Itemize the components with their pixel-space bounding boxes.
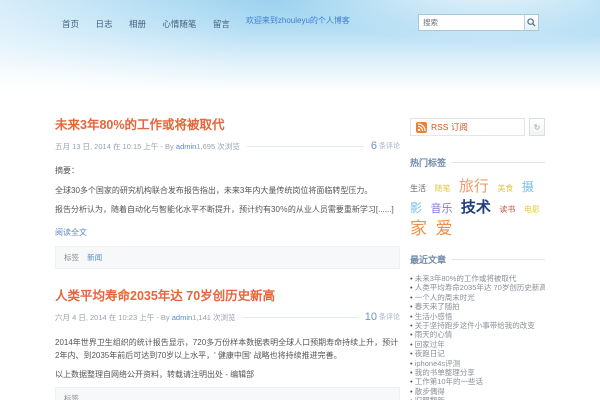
tag-cloud: 生活 随笔 旅行 美食 摄影 音乐 技术 读书 电影 家 爱 (410, 177, 545, 239)
recent-posts-heading: 最近文章 (410, 253, 545, 266)
tag-cloud-item[interactable]: 美食 (497, 184, 513, 193)
post-1-paragraph-2: 报告分析认为，随着自动化与智能化水平不断提升，预计约有30％的从业人员需要重新学… (55, 205, 394, 214)
tags-section-heading: 热门标签 (410, 156, 545, 169)
nav-item-blog[interactable]: 日志 (95, 19, 112, 29)
recent-posts-title: 最近文章 (410, 255, 447, 265)
recent-post-link[interactable]: 雨天的心情 (410, 330, 545, 339)
rss-label: RSS 订阅 (431, 122, 468, 132)
recent-post-link[interactable]: 未来3年80%的工作或将被取代 (410, 274, 545, 283)
post-1-views: 1,695 次浏览 (196, 141, 240, 151)
tag-cloud-item[interactable]: 读书 (499, 205, 515, 214)
recent-post-link[interactable]: 生活小感悟 (410, 312, 545, 321)
post-2: 人类平均寿命2035年达 70岁创历史新高 六月 4 日, 2014 在 10:… (55, 285, 400, 400)
posts-column: 未来3年80%的工作或将被取代 五月 13 日, 2014 在 10:15 上午… (55, 114, 400, 400)
recent-post-link[interactable]: 人类平均寿命2035年达 70岁创历史新高 (410, 283, 545, 292)
post-1-comments-label: 条评论 (379, 143, 400, 150)
welcome-text: 欢迎来到zhouleyu的个人博客 (245, 16, 350, 25)
recent-post-link[interactable]: 一个人的周末时光 (410, 293, 545, 302)
recent-post-link[interactable]: 回家过年 (410, 340, 545, 349)
recent-posts-list: 未来3年80%的工作或将被取代 人类平均寿命2035年达 70岁创历史新高 一个… (410, 274, 545, 400)
recent-post-link[interactable]: 工作第10年的一些话 (410, 377, 545, 386)
recent-post-link[interactable]: 我的书单整理分享 (410, 368, 545, 377)
search-icon (527, 18, 536, 27)
rss-widget: RSS 订阅 ↻ (410, 118, 545, 136)
nav-item-mood[interactable]: 心情随笔 (162, 19, 196, 29)
top-navigation: 首页 日志 相册 心情随笔 留言 欢迎来到zhouleyu的个人博客 (62, 14, 350, 32)
post-1-meta: 五月 13 日, 2014 在 10:15 上午 - By admin 1,69… (55, 140, 400, 152)
post-2-paragraph-2: 以上数据整理自网络公开资料，转载请注明出处 - 编辑部 (55, 370, 255, 379)
main-nav: 首页 日志 相册 心情随笔 留言 (62, 14, 242, 32)
post-1: 未来3年80%的工作或将被取代 五月 13 日, 2014 在 10:15 上午… (55, 114, 400, 269)
recent-post-link[interactable]: 春天来了随拍 (410, 302, 545, 311)
post-1-tagbox: 标签 新闻 (55, 246, 400, 269)
sidebar: RSS 订阅 ↻ 热门标签 生活 随笔 旅行 美食 摄影 音乐 技术 读书 电影… (410, 114, 545, 400)
recent-post-link[interactable]: iphone4s评测 (410, 359, 545, 368)
page-content: 未来3年80%的工作或将被取代 五月 13 日, 2014 在 10:15 上午… (55, 100, 545, 400)
tag-cloud-item[interactable]: 音乐 (430, 203, 452, 215)
tag-cloud-item[interactable]: 随笔 (434, 184, 450, 193)
post-1-paragraph-1: 全球30多个国家的研究机构联合发布报告指出，未来3年内大量传统岗位将面临转型压力… (55, 186, 373, 195)
tags-section-title: 热门标签 (410, 158, 447, 168)
post-2-comments-count[interactable]: 10 (365, 311, 377, 323)
meta-divider-line (242, 316, 358, 318)
post-1-read-more-link[interactable]: 阅读全文 (55, 227, 87, 238)
recent-post-link[interactable]: 旧照翻新 (410, 396, 545, 400)
search-button[interactable] (524, 15, 538, 30)
post-2-author-link[interactable]: admin (172, 313, 192, 322)
post-2-views: 1,141 次浏览 (192, 312, 236, 322)
recent-post-link[interactable]: 散步偶得 (410, 387, 545, 396)
rss-subscribe-button[interactable]: ↻ (529, 118, 545, 136)
post-1-lead: 摘要： (55, 166, 79, 175)
tag-cloud-item[interactable]: 家 (410, 219, 427, 238)
nav-item-album[interactable]: 相册 (129, 19, 146, 29)
meta-divider-line (246, 145, 364, 147)
post-1-tag-label: 标签 (64, 253, 79, 262)
nav-item-guestbook[interactable]: 留言 (213, 19, 230, 29)
rss-subscribe-box[interactable]: RSS 订阅 (410, 118, 525, 136)
post-2-title[interactable]: 人类平均寿命2035年达 70岁创历史新高 (55, 285, 400, 304)
post-1-date: 五月 13 日, 2014 在 10:15 上午 - By (55, 141, 174, 151)
rss-icon (416, 121, 427, 133)
tag-cloud-item[interactable]: 电影 (524, 205, 540, 214)
post-1-title[interactable]: 未来3年80%的工作或将被取代 (55, 114, 400, 133)
post-2-comments-label: 条评论 (379, 314, 400, 321)
nav-item-home[interactable]: 首页 (62, 19, 79, 29)
tag-cloud-item[interactable]: 爱 (435, 219, 452, 238)
tag-cloud-item[interactable]: 技术 (461, 199, 491, 216)
search-box (418, 14, 539, 31)
tag-cloud-item[interactable]: 生活 (410, 184, 426, 193)
post-1-comments-count[interactable]: 6 (371, 140, 377, 152)
post-2-date: 六月 4 日, 2014 在 10:23 上午 - By (55, 312, 170, 322)
tag-cloud-item[interactable]: 旅行 (459, 178, 489, 195)
post-2-tagbox: 标签 (55, 387, 400, 400)
post-2-paragraph-1: 2014年世界卫生组织的统计报告显示，720多万份样本数据表明全球人口预期寿命持… (55, 338, 399, 360)
post-2-meta: 六月 4 日, 2014 在 10:23 上午 - By admin 1,141… (55, 311, 400, 323)
search-input[interactable] (419, 18, 524, 27)
post-2-tag-label: 标签 (64, 394, 79, 400)
post-1-tag-link[interactable]: 新闻 (87, 253, 102, 262)
recent-post-link[interactable]: 关于坚持跑步这件小事带给我的改变 (410, 321, 545, 330)
site-header: 首页 日志 相册 心情随笔 留言 欢迎来到zhouleyu的个人博客 (0, 0, 600, 100)
post-1-author-link[interactable]: admin (176, 142, 196, 151)
recent-post-link[interactable]: 夜跑日记 (410, 349, 545, 358)
